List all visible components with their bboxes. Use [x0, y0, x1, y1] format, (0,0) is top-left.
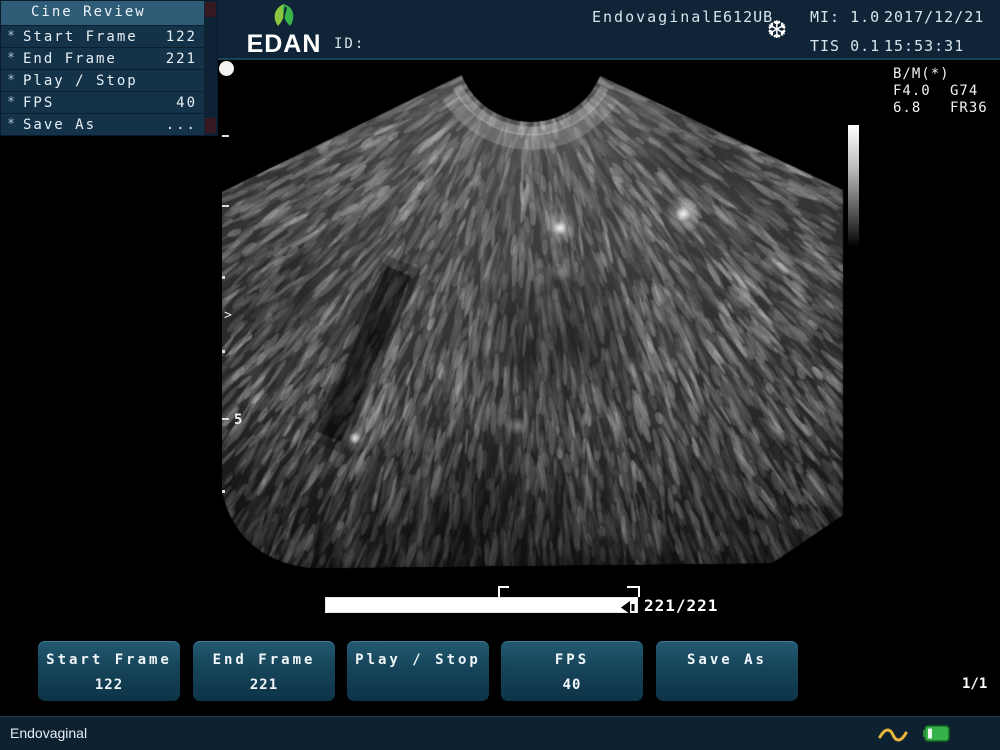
- focus-marker-icon: >: [224, 308, 232, 323]
- play-stop-button[interactable]: Play / Stop: [347, 641, 489, 701]
- menu-scrollbar[interactable]: [204, 1, 217, 135]
- cine-end-marker-icon: [627, 586, 640, 597]
- image-parameters: B/M(*) F4.0 G74 6.8 FR36: [893, 66, 988, 117]
- probe-mode-label: Endovaginal: [592, 8, 713, 26]
- start-frame-button[interactable]: Start Frame 122: [38, 641, 180, 701]
- ruler-tick: [222, 490, 225, 493]
- ultrasound-image: [222, 62, 845, 570]
- cine-position-arrow-icon[interactable]: [620, 599, 636, 618]
- frequency-value: F4.0: [893, 83, 950, 100]
- tis-value: TIS 0.1: [810, 37, 880, 55]
- system-time: 15:53:31: [884, 37, 964, 55]
- edan-logo: EDAN: [244, 2, 324, 56]
- depth-scale-label: 5: [234, 412, 242, 428]
- asterisk-icon: *: [1, 95, 23, 110]
- depth-value: 6.8: [893, 100, 950, 117]
- menu-scroll-up-icon[interactable]: [205, 2, 216, 17]
- asterisk-icon: *: [1, 29, 23, 44]
- asterisk-icon: *: [1, 73, 23, 88]
- frame-counter: 221/221: [644, 596, 718, 615]
- probe-model-label: E612UB: [713, 8, 773, 26]
- ultrasound-screen: EDAN ID: Endovaginal E612UB ❆ MI: 1.0 TI…: [0, 0, 1000, 750]
- grayscale-bar: [848, 125, 859, 247]
- save-as-button[interactable]: Save As: [656, 641, 798, 701]
- menu-title: Cine Review: [1, 1, 217, 25]
- menu-item-end-frame[interactable]: * End Frame 221: [1, 47, 217, 69]
- status-bar: Endovaginal: [0, 716, 1000, 750]
- cine-progress-bar[interactable]: [325, 597, 638, 613]
- end-frame-button[interactable]: End Frame 221: [193, 641, 335, 701]
- asterisk-icon: *: [1, 117, 23, 132]
- menu-item-fps[interactable]: * FPS 40: [1, 91, 217, 113]
- cine-review-menu: Cine Review * Start Frame 122 * End Fram…: [0, 0, 218, 136]
- mode-label: B/M(*): [893, 66, 988, 83]
- menu-scroll-down-icon[interactable]: [205, 118, 216, 133]
- system-date: 2017/12/21: [884, 8, 984, 26]
- menu-item-save-as[interactable]: * Save As ...: [1, 113, 217, 135]
- ruler-tick: [222, 418, 229, 420]
- freeze-snowflake-icon: ❆: [768, 11, 786, 46]
- ruler-tick: [222, 205, 229, 207]
- mi-value: MI: 1.0: [810, 8, 880, 26]
- ruler-tick: [222, 276, 225, 279]
- ac-power-icon: [878, 727, 908, 746]
- battery-icon: [922, 725, 950, 746]
- probe-orientation-marker: [219, 61, 234, 76]
- menu-item-start-frame[interactable]: * Start Frame 122: [1, 25, 217, 47]
- cine-start-marker-icon: [498, 586, 509, 597]
- edan-logo-text: EDAN: [244, 32, 324, 56]
- ruler-tick: [222, 135, 229, 137]
- status-probe-label: Endovaginal: [10, 725, 87, 741]
- fps-button[interactable]: FPS 40: [501, 641, 643, 701]
- frame-rate-value: FR36: [950, 100, 988, 117]
- gain-value: G74: [950, 83, 988, 100]
- page-indicator: 1/1: [962, 676, 987, 692]
- asterisk-icon: *: [1, 51, 23, 66]
- menu-item-play-stop[interactable]: * Play / Stop: [1, 69, 217, 91]
- patient-id-label: ID:: [334, 36, 365, 52]
- ruler-tick: [222, 350, 225, 353]
